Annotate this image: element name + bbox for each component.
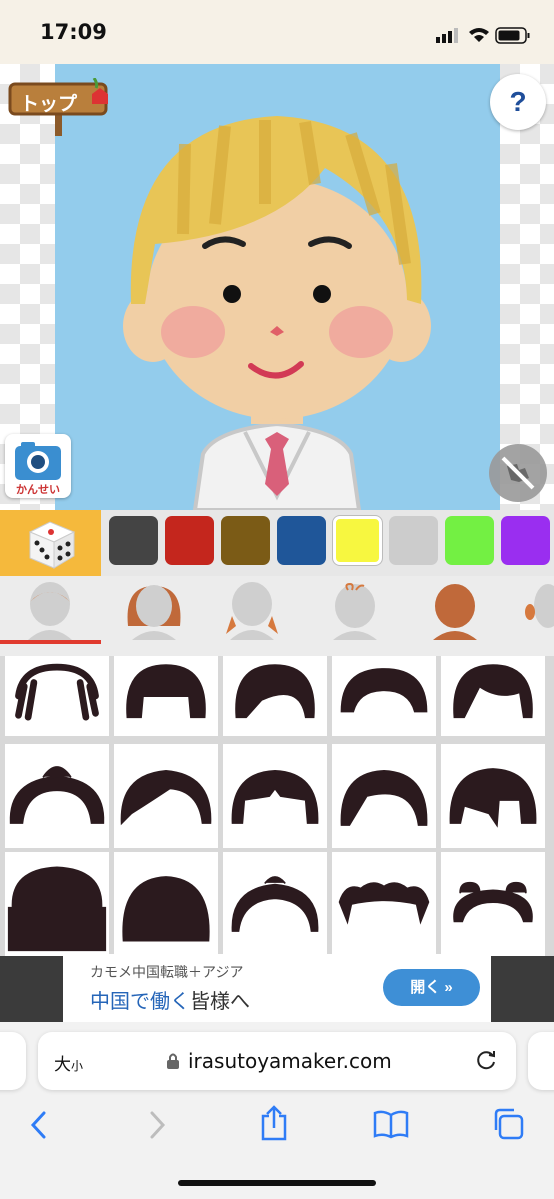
tab-back-hair[interactable] — [127, 585, 181, 640]
hair-style-option-side-part[interactable] — [114, 744, 218, 848]
avatar-illustration — [123, 116, 431, 510]
ad-title: カモメ中国転職＋アジア — [90, 964, 244, 980]
color-swatch[interactable] — [165, 516, 214, 565]
top-sign-button[interactable]: トップ — [8, 77, 110, 138]
dice-icon — [28, 521, 76, 569]
hair-style-option-long-bangs[interactable] — [441, 656, 545, 736]
share-icon[interactable] — [258, 1104, 290, 1142]
status-bar: 17:09 — [0, 0, 554, 64]
hair-style-icon — [449, 768, 537, 828]
hair-style-icon — [453, 881, 533, 923]
text-size-button[interactable]: 大小 — [54, 1050, 83, 1075]
tab-base[interactable] — [28, 582, 72, 640]
wifi-icon — [469, 28, 489, 42]
hair-style-option-top-bun[interactable] — [5, 744, 109, 848]
avatar-canvas — [55, 64, 500, 510]
complete-camera-button[interactable]: かんせい — [5, 434, 71, 498]
tab-accessory[interactable] — [333, 582, 377, 640]
camera-label: かんせい — [16, 484, 60, 496]
next-tab-card[interactable] — [528, 1032, 554, 1090]
help-button[interactable]: ? — [490, 74, 546, 130]
hair-style-icon — [235, 664, 315, 719]
color-swatch[interactable] — [277, 516, 326, 565]
color-swatch[interactable] — [221, 516, 270, 565]
hide-preview-button[interactable] — [489, 444, 547, 502]
hair-style-option-bob[interactable] — [5, 852, 109, 956]
tab-ear[interactable] — [525, 584, 554, 628]
prev-tab-card[interactable] — [0, 1032, 26, 1090]
hide-preview-icon — [501, 456, 535, 490]
url-text: irasutoyamaker.com — [188, 1049, 392, 1073]
hair-style-option-dreadlocks[interactable] — [5, 656, 109, 736]
ad-headline-blue: 中国で働く — [90, 991, 190, 1013]
tab-skin[interactable] — [433, 584, 477, 640]
status-time: 17:09 — [40, 20, 107, 44]
hair-style-option-swoop[interactable] — [332, 744, 436, 848]
hair-style-option-straight-fringe[interactable] — [441, 744, 545, 848]
color-swatch[interactable] — [389, 516, 438, 565]
hair-style-icon — [340, 769, 428, 826]
color-swatch[interactable] — [109, 516, 158, 565]
hair-style-option-side-buns[interactable] — [441, 852, 545, 956]
selected-tab-indicator — [0, 640, 101, 644]
color-swatch[interactable] — [333, 516, 382, 565]
hair-style-option-bowl-bangs[interactable] — [114, 656, 218, 736]
hair-style-option-braided-crown[interactable] — [332, 656, 436, 736]
hair-style-icon — [231, 876, 319, 932]
ad-headline-dark: 皆様へ — [190, 991, 250, 1013]
hair-style-icon — [9, 766, 105, 824]
lock-icon — [167, 1053, 179, 1069]
ad-open-button[interactable]: 開く » — [383, 969, 480, 1006]
home-indicator — [178, 1180, 376, 1186]
hair-style-option-side-swept[interactable] — [223, 656, 327, 736]
camera-icon — [15, 442, 61, 480]
reload-icon[interactable] — [474, 1048, 498, 1072]
color-swatch[interactable] — [445, 516, 494, 565]
bookmarks-icon[interactable] — [372, 1108, 410, 1140]
top-sign-label: トップ — [20, 94, 78, 115]
tabs-icon[interactable] — [490, 1106, 526, 1142]
tab-side-hair[interactable] — [226, 582, 278, 640]
back-icon[interactable] — [28, 1110, 50, 1140]
text-size-large: 大 — [54, 1055, 71, 1074]
signal-icon — [436, 37, 440, 43]
hair-style-icon — [340, 668, 428, 713]
category-tab-icons — [28, 582, 554, 640]
status-icons — [436, 27, 530, 44]
hair-style-option-blunt-cut[interactable] — [114, 852, 218, 956]
hair-style-icon — [15, 663, 99, 721]
text-size-small: 小 — [71, 1059, 84, 1073]
randomize-button[interactable] — [0, 510, 101, 576]
ad-headline: 中国で働く皆様へ — [90, 985, 250, 1014]
hair-style-icon — [231, 769, 319, 824]
hair-style-icon — [122, 876, 210, 942]
hair-style-option-center-part[interactable] — [223, 744, 327, 848]
hair-style-icon — [120, 769, 212, 826]
forward-icon[interactable] — [146, 1110, 168, 1140]
hair-style-icon — [453, 664, 533, 719]
hair-style-option-spiky-top[interactable] — [223, 852, 327, 956]
hair-style-option-wavy[interactable] — [332, 852, 436, 956]
color-swatch[interactable] — [501, 516, 550, 565]
hair-style-icon — [7, 866, 107, 952]
category-tabs — [0, 576, 554, 656]
hair-style-icon — [338, 882, 430, 925]
hair-style-icon — [126, 664, 206, 719]
